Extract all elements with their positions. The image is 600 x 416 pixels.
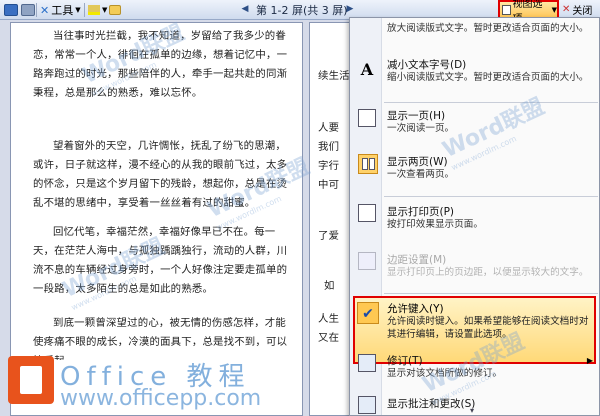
office-logo-icon [8,356,54,404]
view-options-menu: 放大阅读版式文字。暂时更改适合页面的大小。 A 减小文本字号(D) 缩小阅读版式… [349,17,600,416]
menu-item-increase-text-size[interactable]: 放大阅读版式文字。暂时更改适合页面的大小。 [350,20,599,50]
chevron-down-icon: ▼ [75,6,81,14]
close-label: 关闭 [572,6,593,17]
menu-item-description: 允许阅读时键入。如果希望能够在阅读文档时对其进行编辑，请设置此选项。 [387,316,589,340]
print-icon[interactable] [21,1,35,19]
comments-icon [358,396,376,414]
menu-item-title: 显示打印页(P) [387,206,455,218]
menu-item-description: 放大阅读版式文字。暂时更改适合页面的大小。 [387,23,589,34]
menu-separator [384,196,598,197]
folder-icon[interactable] [109,1,121,19]
menu-item-decrease-text-size[interactable]: A 减小文本字号(D) 缩小阅读版式文字。暂时更改适合页面的大小。 [350,54,599,98]
menu-item-description: 按打印效果显示页面。 [387,219,483,230]
margin-icon [358,252,376,270]
chevron-down-icon: ▼ [551,5,557,14]
menu-item-title: 显示两页(W) [387,156,448,168]
menu-item-title: 允许键入(Y) [387,303,444,315]
tools-label: 工具 [51,4,74,17]
paragraph: 望着窗外的天空，几许惆怅，抚乱了纷飞的思潮，或许，日子就这样，漫不经心的从我的眼… [33,140,288,209]
menu-item-title: 修订(T) [387,355,423,367]
view-options-icon [502,4,511,15]
page-indicator[interactable]: 第 1-2 屏(共 3 屏) [256,2,348,18]
menu-item-description: 显示对该文档所做的修订。 [387,368,503,379]
menu-item-title: 显示一页(H) [387,110,446,122]
chevron-down-icon: ▼ [102,6,108,14]
menu-item-revisions[interactable]: 修订(T) 显示对该文档所做的修订。 ▶ [350,352,599,382]
highlight-button[interactable]: ▼ [88,1,107,19]
menu-item-show-comments[interactable]: 显示批注和更改(S) [350,392,599,414]
menu-item-margin-settings[interactable]: 边距设置(M) 显示打印页上的页边距，以便显示较大的文字。 [350,250,599,288]
menu-item-title: 减小文本字号(D) [387,59,467,71]
tools-button[interactable]: ✕ 工具 ▼ [40,1,81,19]
menu-item-description: 一次阅读一页。 [387,123,455,134]
print-page-icon [358,204,376,222]
menu-item-title: 边距设置(M) [387,254,447,266]
scroll-down-icon[interactable]: ▾ [470,406,474,415]
paragraph: 回忆代笔，幸福茫然，幸福好像早已不在。每一天，在茫茫人海中，与孤独踽踽独行，流动… [33,226,288,295]
logo-url: www.officepp.com [60,386,262,411]
menu-item-description: 一次查看两页。 [387,169,455,180]
paragraph: 到底一颗曾深望过的心，被无情的伤感怎样，才能使疼痛不眼的成长，冷漠的面具下，总是… [33,317,288,360]
submenu-arrow-icon: ▶ [586,356,593,365]
close-button[interactable]: ✕ 关闭 [562,2,592,17]
menu-item-show-two-pages[interactable]: 显示两页(W) 一次查看两页。 [350,152,599,190]
menu-item-show-one-page[interactable]: 显示一页(H) 一次阅读一页。 [350,106,599,144]
checkmark-icon: ✔ [357,302,379,324]
highlighter-icon [88,5,100,15]
site-logo: Office 教程 www.officepp.com [0,356,280,414]
paragraph: 当往事时光拦截，我不知道，岁留给了我多少的眷恋，常常一个人，徘徊在孤单的边缘，想… [33,30,288,99]
menu-item-title: 显示批注和更改(S) [387,398,476,410]
track-changes-icon [358,354,376,372]
previous-screen-icon[interactable]: ◀ [238,2,252,16]
menu-item-description: 显示打印页上的页边距，以便显示较大的文字。 [387,267,589,278]
menu-item-show-print-page[interactable]: 显示打印页(P) 按打印效果显示页面。 [350,202,599,240]
menu-separator [384,293,598,294]
close-icon: ✕ [562,4,571,15]
font-size-icon: A [360,60,374,79]
save-icon[interactable] [4,1,18,19]
one-page-icon [358,109,376,127]
next-screen-icon[interactable]: ▶ [343,2,357,16]
menu-separator [384,102,598,103]
tools-icon: ✕ [40,3,50,17]
menu-item-description: 缩小阅读版式文字。暂时更改适合页面的大小。 [387,72,589,83]
two-pages-icon [358,154,378,174]
